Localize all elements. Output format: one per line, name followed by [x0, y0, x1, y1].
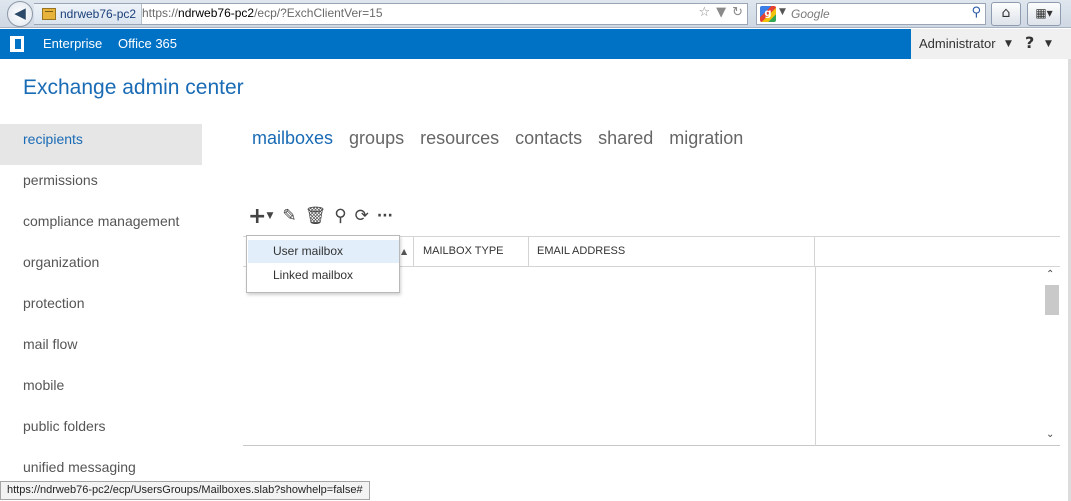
bookmarks-icon: ▦▾ — [1035, 6, 1053, 20]
scroll-down-icon[interactable]: ⌄ — [1046, 429, 1054, 440]
back-button[interactable]: ◀ — [7, 1, 33, 27]
user-area: Administrator ▼ ? ▼ — [911, 29, 1071, 59]
nav-item-organization[interactable]: organization — [0, 247, 202, 288]
back-arrow-icon: ◀ — [14, 4, 26, 22]
search-placeholder: Google — [791, 7, 830, 21]
url-text[interactable]: https://ndrweb76-pc2/ecp/?ExchClientVer=… — [142, 6, 383, 20]
nav-item-public-folders[interactable]: public folders — [0, 411, 202, 452]
search-engine-dropdown-icon[interactable]: ▼ — [779, 7, 786, 17]
dropdown-arrow-icon[interactable]: ▼ — [716, 5, 726, 20]
nav-item-mail-flow[interactable]: mail flow — [0, 329, 202, 370]
new-caret-icon[interactable]: ▼ — [266, 211, 273, 221]
nav-item-recipients[interactable]: recipients — [0, 124, 202, 165]
suite-link-office365[interactable]: Office 365 — [118, 36, 177, 51]
help-button[interactable]: ? — [1025, 33, 1034, 52]
column-header-email-address[interactable]: EMAIL ADDRESS — [537, 237, 625, 267]
nav-item-compliance-management[interactable]: compliance management — [0, 206, 202, 247]
tab-bar: mailboxes groups resources contacts shar… — [252, 128, 743, 149]
menu-item-user-mailbox[interactable]: User mailbox — [248, 240, 399, 263]
help-caret-icon[interactable]: ▼ — [1045, 39, 1052, 49]
suite-link-enterprise[interactable]: Enterprise — [43, 36, 102, 51]
tab-resources[interactable]: resources — [420, 128, 499, 149]
tab-groups[interactable]: groups — [349, 128, 404, 149]
office-logo-icon[interactable] — [10, 36, 24, 52]
bookmark-star-icon[interactable]: ☆ — [698, 5, 710, 20]
column-divider[interactable] — [413, 237, 414, 267]
column-divider[interactable] — [528, 237, 529, 267]
bookmarks-button[interactable]: ▦▾ — [1027, 2, 1061, 26]
column-divider[interactable] — [814, 237, 815, 267]
plus-icon[interactable]: + — [248, 204, 266, 229]
google-icon[interactable]: g — [760, 6, 776, 22]
status-bar-url: https://ndrweb76-pc2/ecp/UsersGroups/Mai… — [0, 481, 370, 500]
site-identity[interactable]: ndrweb76-pc2 — [34, 4, 143, 24]
home-icon: ⌂ — [1001, 5, 1011, 21]
sort-ascending-icon[interactable]: ▲ — [401, 247, 407, 256]
user-menu[interactable]: Administrator — [919, 36, 996, 51]
home-button[interactable]: ⌂ — [991, 2, 1021, 26]
search-icon[interactable]: ⚲ — [334, 206, 346, 226]
menu-item-linked-mailbox[interactable]: Linked mailbox — [248, 264, 399, 287]
scroll-up-icon[interactable]: ⌃ — [1046, 269, 1054, 280]
nav-item-permissions[interactable]: permissions — [0, 165, 202, 206]
browser-toolbar: ◀ ndrweb76-pc2 https://ndrweb76-pc2/ecp/… — [0, 0, 1071, 28]
new-mailbox-menu: User mailbox Linked mailbox — [246, 235, 400, 293]
more-icon[interactable]: ··· — [377, 208, 393, 224]
tab-mailboxes[interactable]: mailboxes — [252, 128, 333, 149]
page-title: Exchange admin center — [23, 76, 244, 99]
site-certificate-icon — [42, 8, 56, 20]
tab-migration[interactable]: migration — [669, 128, 743, 149]
site-name: ndrweb76-pc2 — [60, 7, 137, 21]
user-menu-caret-icon[interactable]: ▼ — [1005, 39, 1012, 49]
search-icon[interactable]: ⚲ — [971, 5, 981, 20]
refresh-icon[interactable]: ⟳ — [355, 206, 369, 226]
column-header-mailbox-type[interactable]: MAILBOX TYPE — [423, 237, 504, 267]
address-bar[interactable]: ndrweb76-pc2 https://ndrweb76-pc2/ecp/?E… — [34, 3, 748, 25]
address-bar-controls: ☆ ▼ ↻ — [698, 5, 743, 20]
scrollbar-thumb[interactable] — [1045, 285, 1059, 315]
suite-bar: Enterprise Office 365 Administrator ▼ ? … — [0, 29, 1071, 59]
tab-contacts[interactable]: contacts — [515, 128, 582, 149]
tab-shared[interactable]: shared — [598, 128, 653, 149]
grid-toolbar: + ▼ ✎ 🗑 ⚲ ⟳ ··· — [248, 204, 401, 229]
left-nav: recipients permissions compliance manage… — [0, 124, 202, 493]
search-bar[interactable]: g ▼ Google ⚲ — [756, 3, 986, 25]
details-pane-divider — [815, 267, 816, 446]
nav-item-protection[interactable]: protection — [0, 288, 202, 329]
trash-icon[interactable]: 🗑 — [305, 206, 327, 226]
pencil-icon[interactable]: ✎ — [282, 206, 296, 226]
nav-item-mobile[interactable]: mobile — [0, 370, 202, 411]
reload-icon[interactable]: ↻ — [732, 5, 743, 20]
